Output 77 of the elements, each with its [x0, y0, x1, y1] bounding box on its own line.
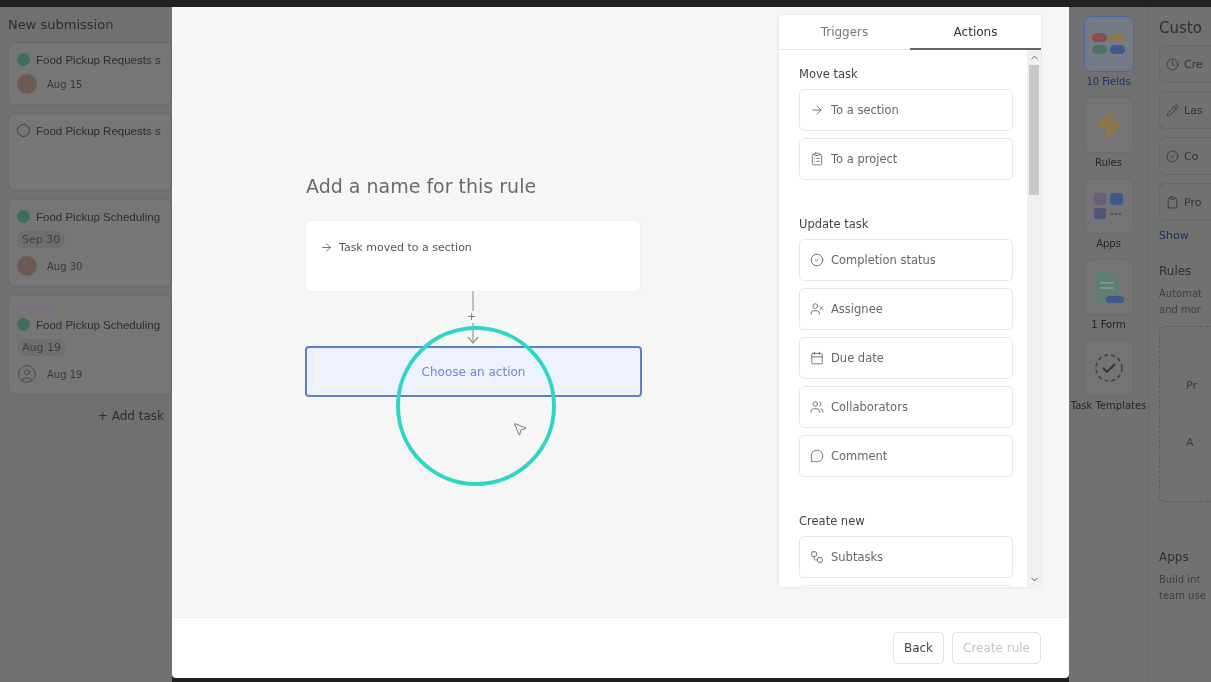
- section-heading: Move task: [799, 67, 859, 81]
- lightning-icon: [1094, 111, 1123, 139]
- task-title: Food Pickup Requests s: [36, 124, 161, 137]
- panel-title: Custo: [1159, 19, 1203, 37]
- action-option[interactable]: Due date: [799, 337, 1013, 379]
- tile-label: 1 Form: [1090, 319, 1127, 330]
- choose-action-slot[interactable]: Choose an action: [305, 346, 642, 397]
- field-label: Co: [1184, 149, 1199, 163]
- task-card[interactable]: Food Pickup Requests s: [8, 113, 172, 191]
- column-title: New submission: [8, 17, 115, 32]
- completion-icon[interactable]: [17, 53, 30, 66]
- field-label: Las: [1184, 103, 1203, 117]
- trigger-card[interactable]: Task moved to a section: [306, 221, 640, 291]
- tile-label: 10 Fields: [1085, 76, 1132, 87]
- date-text: Aug 15: [47, 78, 83, 90]
- people-icon: [810, 400, 824, 414]
- panel-tab[interactable]: Triggers: [779, 15, 910, 50]
- section-heading: Apps: [1159, 550, 1190, 564]
- customize-tile[interactable]: [1083, 259, 1134, 315]
- field-label: Cre: [1184, 57, 1203, 71]
- scrollbar-thumb[interactable]: [1029, 65, 1039, 195]
- field-chip[interactable]: Co: [1159, 137, 1211, 175]
- task-title: Food Pickup Scheduling: [36, 210, 161, 223]
- back-button[interactable]: Back: [892, 632, 945, 664]
- section-heading: Rules: [1159, 264, 1193, 278]
- field-label: Pro: [1184, 195, 1202, 209]
- add-task-link[interactable]: + Add task: [97, 409, 164, 423]
- date-text: Aug 19: [47, 368, 83, 380]
- show-more-link[interactable]: Show: [1159, 229, 1211, 242]
- clipboard-icon: [810, 152, 824, 166]
- add-step-button[interactable]: +: [467, 311, 477, 323]
- action-option[interactable]: Comment: [799, 435, 1013, 477]
- arrow-right-icon: [810, 103, 824, 117]
- customize-tile[interactable]: [1083, 16, 1134, 72]
- dashed-check-circle-icon: [1093, 353, 1124, 383]
- calendar-icon: [810, 351, 824, 365]
- task-title: Food Pickup Scheduling: [36, 318, 161, 331]
- tile-label: Rules: [1094, 157, 1123, 168]
- action-option[interactable]: Collaborators: [799, 386, 1013, 428]
- clipboard-icon: [1166, 195, 1179, 209]
- panel-tab[interactable]: Actions: [910, 15, 1041, 50]
- speech-bubble-icon: [810, 449, 824, 463]
- person-icon: [810, 302, 824, 316]
- field-chip[interactable]: Pro: [1159, 183, 1211, 221]
- section-heading: Create new: [799, 514, 866, 528]
- connector-arrow: [466, 291, 480, 346]
- apps-icon: [1092, 191, 1125, 221]
- date-text: Aug 30: [47, 260, 83, 272]
- tile-label: Task Templates: [1069, 400, 1148, 411]
- form-document-icon: [1093, 270, 1124, 304]
- trigger-label: Task moved to a section: [339, 241, 472, 254]
- action-option[interactable]: Completion status: [799, 239, 1013, 281]
- customize-tile[interactable]: [1083, 340, 1134, 396]
- customize-tile[interactable]: [1083, 178, 1134, 234]
- action-option[interactable]: To a project: [799, 138, 1013, 180]
- field-chip[interactable]: Las: [1159, 91, 1211, 129]
- rule-name-field[interactable]: Add a name for this rule: [306, 175, 606, 197]
- action-option[interactable]: Subtasks: [799, 536, 1013, 578]
- clock-icon: [1166, 57, 1179, 71]
- tile-label: Apps: [1095, 238, 1122, 249]
- subtasks-icon: [810, 550, 824, 564]
- fields-icon: [1091, 33, 1126, 55]
- completion-icon[interactable]: [17, 318, 30, 331]
- section-heading: Update task: [799, 217, 870, 231]
- customize-tile[interactable]: [1083, 97, 1134, 153]
- field-chip[interactable]: Cre: [1159, 45, 1211, 83]
- action-option[interactable]: Assignee: [799, 288, 1013, 330]
- task-title: Food Pickup Requests s: [36, 53, 161, 66]
- scrollbar[interactable]: [1027, 50, 1041, 587]
- pencil-icon: [1166, 103, 1179, 117]
- completion-icon[interactable]: [17, 210, 30, 223]
- mouse-cursor-icon: [512, 421, 528, 437]
- arrow-right-icon: [320, 241, 333, 254]
- action-option[interactable]: To a section: [799, 89, 1013, 131]
- task-card[interactable]: Food Pickup Requests s Aug 15: [8, 42, 172, 105]
- check-circle-icon: [1166, 149, 1179, 163]
- check-circle-icon: [810, 253, 824, 267]
